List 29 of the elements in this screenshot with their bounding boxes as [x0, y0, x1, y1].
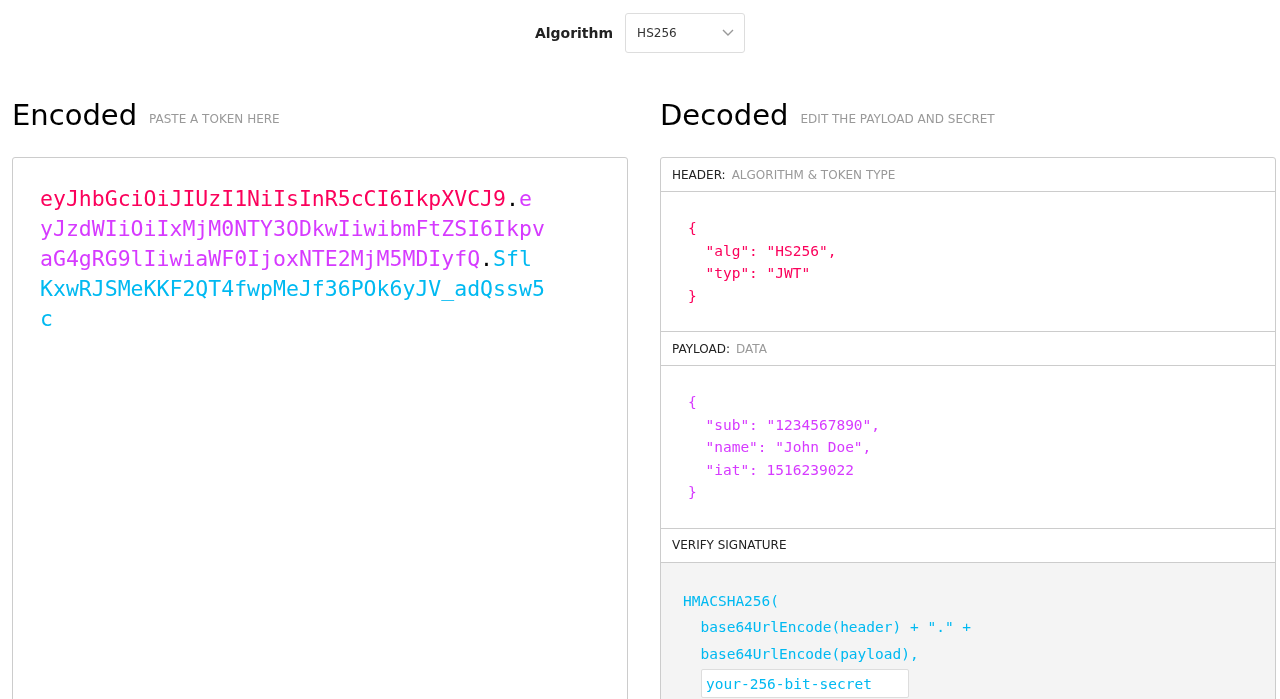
section-subtitle: ALGORITHM & TOKEN TYPE — [731, 167, 896, 182]
section-label: PAYLOAD: — [672, 341, 731, 356]
code-line: base64UrlEncode(payload), — [699, 644, 920, 664]
code-line: base64UrlEncode(header) + "." + — [699, 618, 973, 637]
json-editor[interactable]: { "sub": "1234567890", "name": "John Doe", "iat": 1516239022 } — [661, 366, 1275, 529]
code-line: { — [688, 219, 698, 238]
code-line: HMACSHA256( — [683, 591, 781, 611]
decoded-title: Decoded — [660, 97, 789, 132]
json-editor[interactable]: { "alg": "HS256", "typ": "JWT" } — [661, 192, 1275, 332]
encoded-title: Encoded — [12, 97, 138, 132]
code-line: } — [688, 483, 698, 502]
encoded-token: eyJhbGciOiJIUzI1NiIsInR5cCI6IkpXVCJ9.eyJzdWIiOiIxMjM0NTY3ODkwIiwibmFtZSI6IkpvaG4gRG9lIiwiaWF0IjoxNTE2MjM5MDIyfQ.SflKxwRJSMeKKF2QT4fwpMeJf36POk6yJV_adQssw5c — [40, 185, 545, 333]
section-subtitle: DATA — [736, 341, 767, 356]
secret-input[interactable]: your-256-bit-secret — [701, 669, 909, 698]
section-label: HEADER: — [672, 167, 726, 182]
code-line: "alg": "HS256", — [704, 241, 838, 261]
code-line: "typ": "JWT" — [704, 264, 812, 283]
chevron-down-icon — [722, 29, 735, 37]
encoded-token-panel[interactable]: eyJhbGciOiJIUzI1NiIsInR5cCI6IkpXVCJ9.eyJzdWIiOiIxMjM0NTY3ODkwIiwibmFtZSI6IkpvaG4gRG9lIiwiaWF0IjoxNTE2MjM5MDIyfQ.SflKxwRJSMeKKF2QT4fwpMeJf36POk6yJV_adQssw5c — [12, 157, 628, 699]
algorithm-select[interactable]: HS256 — [625, 13, 746, 53]
section-label: VERIFY SIGNATURE — [672, 538, 787, 552]
code-line: "iat": 1516239022 — [704, 460, 855, 480]
code-line: } — [688, 286, 698, 306]
code-line: { — [688, 393, 698, 412]
algorithm-label: Algorithm — [534, 25, 614, 41]
encoded-hint: PASTE A TOKEN HERE — [149, 110, 280, 126]
code-line: "sub": "1234567890", — [704, 415, 882, 435]
code-line: "name": "John Doe", — [704, 438, 873, 457]
decoded-hint: EDIT THE PAYLOAD AND SECRET — [800, 110, 995, 126]
